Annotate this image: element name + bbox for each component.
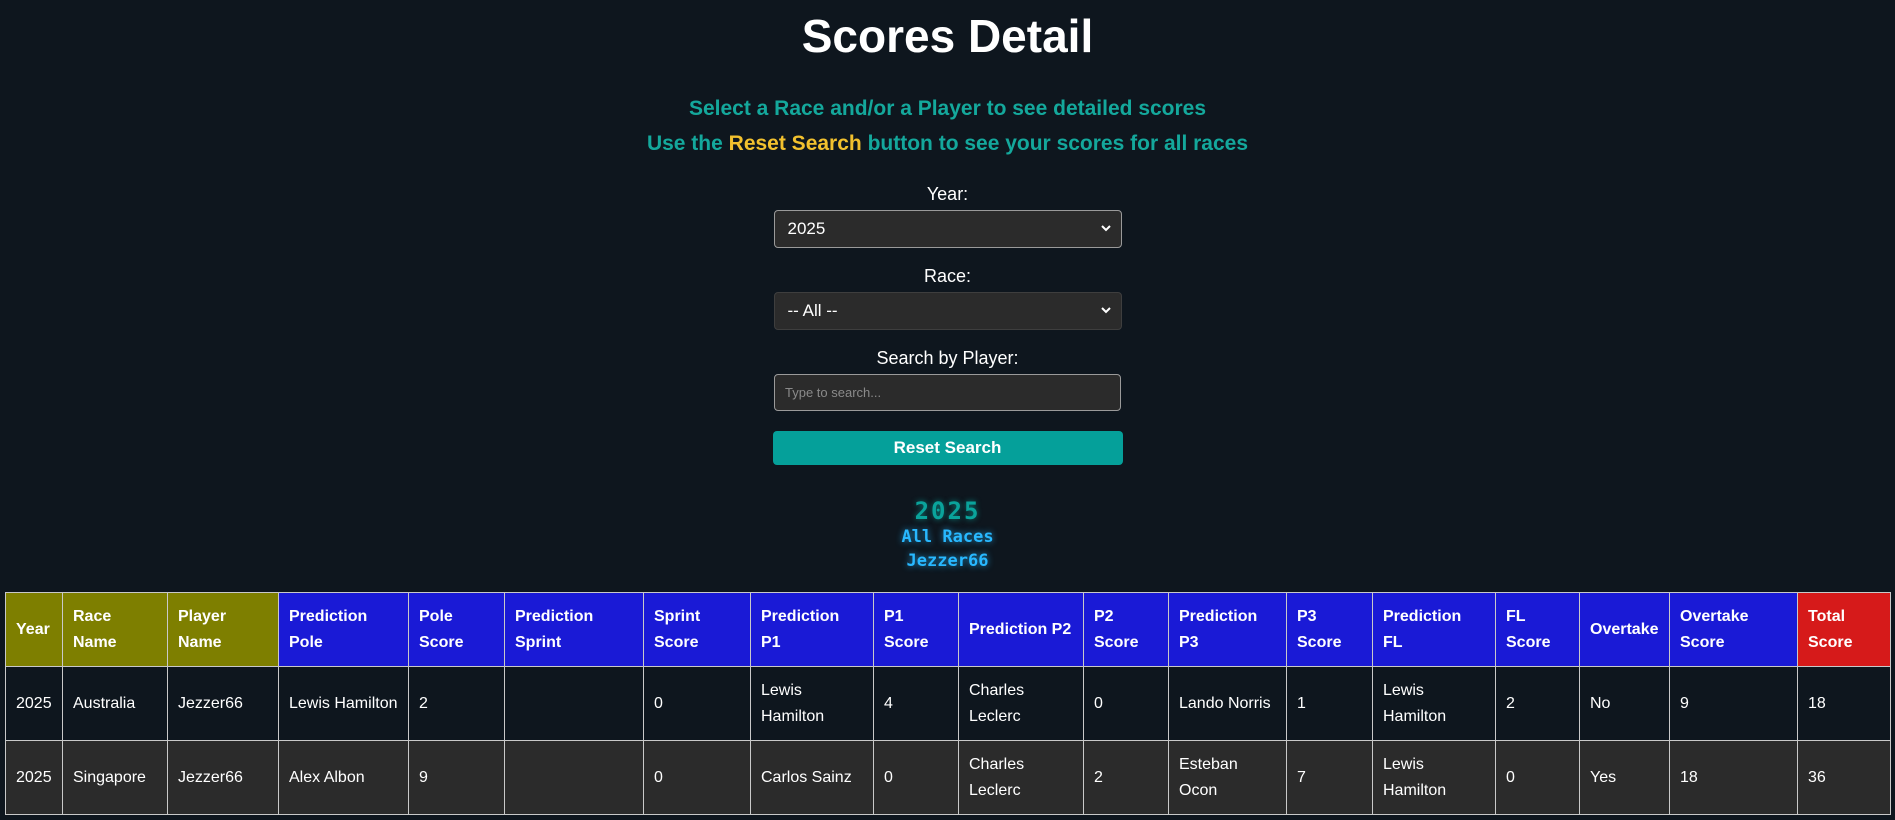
column-header-year[interactable]: Year	[5, 592, 63, 667]
column-header-p2-score[interactable]: P2 Score	[1083, 592, 1169, 667]
summary-race: All Races	[901, 527, 994, 547]
column-header-sprint-score[interactable]: Sprint Score	[643, 592, 751, 667]
cell-sprint-score: 0	[643, 740, 751, 815]
filter-summary: 2025 All Races Jezzer66	[0, 497, 1895, 573]
cell-p3-score: 1	[1286, 666, 1373, 741]
cell-prediction-p1: Carlos Sainz	[750, 740, 874, 815]
cell-pole-score: 2	[408, 666, 505, 741]
cell-overtake: Yes	[1579, 740, 1670, 815]
column-header-overtake[interactable]: Overtake	[1579, 592, 1670, 667]
instruction-line-2-before: Use the	[646, 132, 729, 155]
summary-player: Jezzer66	[906, 551, 989, 571]
year-label: Year:	[926, 184, 969, 204]
cell-race-name: Australia	[62, 666, 168, 741]
column-header-pole-score[interactable]: Pole Score	[408, 592, 505, 667]
player-search-input[interactable]	[774, 374, 1121, 411]
column-header-fl-score[interactable]: FL Score	[1495, 592, 1580, 667]
cell-p1-score: 4	[873, 666, 959, 741]
cell-pole-score: 9	[408, 740, 505, 815]
cell-p2-score: 2	[1083, 740, 1169, 815]
cell-overtake-score: 9	[1669, 666, 1798, 741]
cell-prediction-fl: Lewis Hamilton	[1372, 666, 1496, 741]
page-title: Scores Detail	[801, 10, 1094, 62]
cell-year: 2025	[5, 740, 63, 815]
cell-race-name: Singapore	[62, 740, 168, 815]
race-select[interactable]: -- All --	[773, 292, 1122, 330]
table-header-row: Year Race Name Player Name Prediction Po…	[5, 592, 1891, 667]
cell-prediction-p3: Lando Norris	[1168, 666, 1287, 741]
cell-p2-score: 0	[1083, 666, 1169, 741]
cell-p3-score: 7	[1286, 740, 1373, 815]
cell-prediction-p2: Charles Leclerc	[958, 740, 1084, 815]
column-header-player-name[interactable]: Player Name	[167, 592, 279, 667]
instruction-line-2: Use the Reset Search button to see your …	[0, 129, 1895, 159]
race-label: Race:	[923, 266, 972, 286]
cell-fl-score: 0	[1495, 740, 1580, 815]
instruction-line-1: Select a Race and/or a Player to see det…	[688, 97, 1207, 120]
table-row: 2025 Australia Jezzer66 Lewis Hamilton 2…	[5, 666, 1891, 741]
cell-player-name: Jezzer66	[167, 666, 279, 741]
instruction-reset-highlight: Reset Search	[728, 132, 862, 155]
cell-sprint-score: 0	[643, 666, 751, 741]
filter-form: Year: 2025 Race: -- All -- Search by Pla…	[772, 183, 1123, 465]
column-header-p1-score[interactable]: P1 Score	[873, 592, 959, 667]
cell-total-score: 36	[1797, 740, 1891, 815]
cell-prediction-sprint	[504, 740, 644, 815]
cell-fl-score: 2	[1495, 666, 1580, 741]
column-header-p3-score[interactable]: P3 Score	[1286, 592, 1373, 667]
chevron-down-icon	[1100, 225, 1111, 232]
cell-prediction-p3: Esteban Ocon	[1168, 740, 1287, 815]
cell-prediction-pole: Alex Albon	[278, 740, 409, 815]
column-header-total-score[interactable]: Total Score	[1797, 592, 1891, 667]
race-select-value: -- All --	[787, 301, 838, 320]
table-row: 2025 Singapore Jezzer66 Alex Albon 9 0 C…	[5, 740, 1891, 815]
cell-prediction-fl: Lewis Hamilton	[1372, 740, 1496, 815]
cell-overtake-score: 18	[1669, 740, 1798, 815]
column-header-race-name[interactable]: Race Name	[62, 592, 168, 667]
column-header-prediction-sprint[interactable]: Prediction Sprint	[504, 592, 644, 667]
instruction-line-2-after: button to see your scores for all races	[861, 132, 1249, 155]
column-header-prediction-fl[interactable]: Prediction FL	[1372, 592, 1496, 667]
column-header-overtake-score[interactable]: Overtake Score	[1669, 592, 1798, 667]
cell-year: 2025	[5, 666, 63, 741]
cell-total-score: 18	[1797, 666, 1891, 741]
cell-prediction-p2: Charles Leclerc	[958, 666, 1084, 741]
cell-prediction-p1: Lewis Hamilton	[750, 666, 874, 741]
year-select[interactable]: 2025	[773, 210, 1122, 248]
player-search-label: Search by Player:	[876, 348, 1019, 368]
chevron-down-icon	[1100, 307, 1111, 314]
year-select-value: 2025	[787, 219, 826, 238]
cell-overtake: No	[1579, 666, 1670, 741]
cell-prediction-pole: Lewis Hamilton	[278, 666, 409, 741]
cell-player-name: Jezzer66	[167, 740, 279, 815]
column-header-prediction-pole[interactable]: Prediction Pole	[278, 592, 409, 667]
summary-year: 2025	[914, 497, 981, 525]
scores-table: Year Race Name Player Name Prediction Po…	[5, 592, 1891, 815]
reset-search-button[interactable]: Reset Search	[772, 431, 1123, 465]
column-header-prediction-p3[interactable]: Prediction P3	[1168, 592, 1287, 667]
column-header-prediction-p2[interactable]: Prediction P2	[958, 592, 1084, 667]
cell-prediction-sprint	[504, 666, 644, 741]
cell-p1-score: 0	[873, 740, 959, 815]
column-header-prediction-p1[interactable]: Prediction P1	[750, 592, 874, 667]
